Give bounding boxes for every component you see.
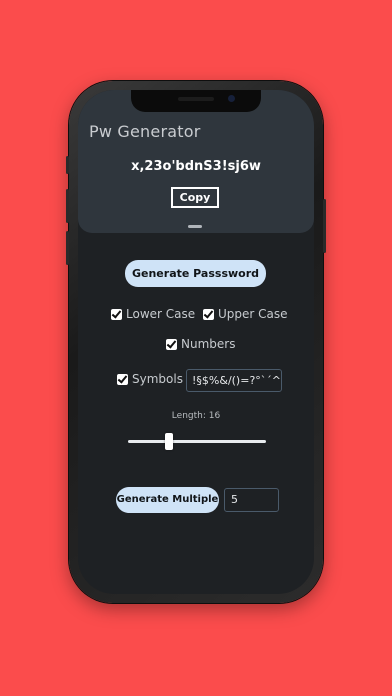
- numbers-checkbox[interactable]: [166, 337, 177, 350]
- symbols-input[interactable]: !§$%&/()=?°`´^+*: [186, 369, 282, 392]
- lower-case-label: Lower Case: [126, 307, 196, 321]
- generate-multiple-button[interactable]: Generate Multiple: [116, 487, 219, 513]
- drag-handle[interactable]: [188, 225, 202, 228]
- phone-screen: Pw Generator x,23o'bdnS3!sj6w Copy Gener…: [78, 90, 314, 594]
- numbers-label: Numbers: [181, 337, 236, 351]
- length-label: Length: 16: [171, 411, 221, 421]
- checkmark-icon: [111, 307, 122, 319]
- multiple-count-input[interactable]: 5: [224, 488, 279, 512]
- lower-case-option[interactable]: Lower Case: [111, 307, 195, 321]
- symbols-option[interactable]: Symbols: [117, 372, 183, 386]
- generate-password-button[interactable]: Generate Passsword: [125, 260, 266, 287]
- length-slider-track[interactable]: [128, 440, 266, 443]
- upper-case-label: Upper Case: [218, 307, 288, 321]
- length-slider-thumb[interactable]: [164, 433, 173, 450]
- checkmark-icon: [203, 307, 214, 319]
- mute-switch: [66, 156, 69, 174]
- symbols-checkbox[interactable]: [117, 372, 128, 385]
- camera-icon: [228, 95, 235, 102]
- upper-case-checkbox[interactable]: [203, 307, 214, 320]
- volume-up-button: [66, 189, 69, 223]
- volume-down-button: [66, 231, 69, 265]
- copy-button[interactable]: Copy: [171, 187, 219, 208]
- checkmark-icon: [117, 372, 128, 384]
- lower-case-checkbox[interactable]: [111, 307, 122, 320]
- generated-password: x,23o'bdnS3!sj6w: [131, 159, 261, 174]
- symbols-label: Symbols: [132, 372, 183, 386]
- notch: [131, 90, 261, 112]
- app-title: Pw Generator: [89, 122, 201, 141]
- numbers-option[interactable]: Numbers: [166, 337, 235, 351]
- speaker-icon: [178, 97, 214, 101]
- upper-case-option[interactable]: Upper Case: [203, 307, 288, 321]
- checkmark-icon: [166, 337, 177, 349]
- phone-frame: Pw Generator x,23o'bdnS3!sj6w Copy Gener…: [66, 81, 326, 603]
- power-button: [323, 199, 326, 253]
